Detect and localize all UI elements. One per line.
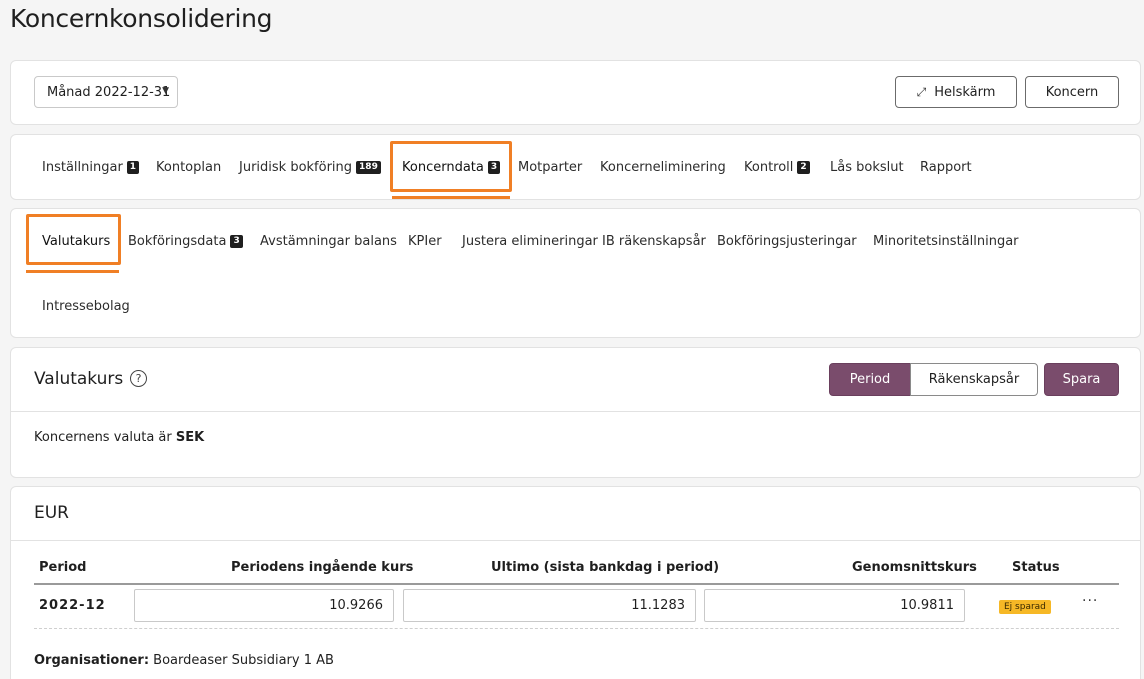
tab-label: Bokföringsjusteringar — [717, 233, 857, 249]
col-header-status: Status — [1012, 560, 1060, 575]
subtab-valutakurs[interactable]: Valutakurs — [42, 231, 110, 251]
tab-label: Bokföringsdata — [128, 233, 227, 249]
tab-badge: 1 — [126, 160, 140, 174]
tab-label: Kontroll — [744, 159, 794, 175]
tab-label: Koncerneliminering — [600, 159, 726, 175]
help-icon[interactable]: ? — [130, 370, 147, 387]
subtab-justera-elimineringar[interactable]: Justera elimineringar IB räkenskapsår — [462, 231, 706, 251]
sub-tabs-card: Valutakurs Bokföringsdata 3 Avstämningar… — [10, 208, 1141, 338]
more-icon[interactable]: ··· — [1082, 593, 1098, 609]
tab-label: Lås bokslut — [830, 159, 904, 175]
tab-installningar[interactable]: Inställningar 1 — [42, 157, 140, 177]
tab-label: Juridisk bokföring — [239, 159, 353, 175]
organisations-info: Organisationer: Boardeaser Subsidiary 1 … — [34, 653, 334, 668]
col-header-closing: Ultimo (sista bankdag i period) — [491, 560, 720, 575]
koncern-label: Koncern — [1045, 84, 1099, 100]
tab-label: Avstämningar balans — [260, 233, 397, 249]
tab-label: KPIer — [408, 233, 442, 249]
tab-badge: 3 — [230, 234, 243, 248]
eur-card: EUR Period Periodens ingående kurs Ultim… — [10, 486, 1141, 679]
cell-period: 2022-12 — [39, 598, 106, 613]
fullscreen-button[interactable]: ⤢ Helskärm — [895, 76, 1017, 108]
col-header-period: Period — [39, 560, 87, 575]
tab-label: Motparter — [518, 159, 583, 175]
toolbar-card: Månad 2022-12-31 ▼ ⤢ Helskärm Koncern — [10, 60, 1141, 125]
tab-label: Rapport — [920, 159, 972, 175]
row-divider — [34, 628, 1119, 629]
subtab-minoritetsinstallningar[interactable]: Minoritetsinställningar — [873, 231, 1019, 251]
koncern-button[interactable]: Koncern — [1025, 76, 1119, 108]
tab-juridisk-bokforing[interactable]: Juridisk bokföring 189 — [239, 157, 381, 177]
currency-info: Koncernens valuta är SEK — [34, 430, 204, 445]
valutakurs-card: Valutakurs ? Period Räkenskapsår Spara K… — [10, 347, 1141, 478]
tab-label: Kontoplan — [156, 159, 222, 175]
tab-badge: 2 — [797, 160, 810, 174]
currency-section-title: EUR — [34, 503, 69, 523]
closing-rate-input[interactable]: 11.1283 — [403, 589, 696, 622]
tab-label: Minoritetsinställningar — [873, 233, 1019, 249]
tab-label: Koncerndata — [402, 159, 484, 175]
col-header-average: Genomsnittskurs — [852, 560, 977, 575]
tab-motparter[interactable]: Motparter — [518, 157, 582, 177]
divider — [11, 540, 1140, 541]
status-badge: Ej sparad — [999, 600, 1051, 614]
subtab-intressebolag[interactable]: Intressebolag — [42, 296, 130, 316]
average-rate-input[interactable]: 10.9811 — [704, 589, 965, 622]
tab-las-bokslut[interactable]: Lås bokslut — [830, 157, 904, 177]
main-tabs-card: Inställningar 1 Kontoplan Juridisk bokfö… — [10, 134, 1141, 200]
tab-kontoplan[interactable]: Kontoplan — [156, 157, 221, 177]
tab-kontroll[interactable]: Kontroll 2 — [744, 157, 810, 177]
subtab-bokforingsjusteringar[interactable]: Bokföringsjusteringar — [717, 231, 857, 251]
opening-rate-input[interactable]: 10.9266 — [134, 589, 394, 622]
rakenskapsar-toggle[interactable]: Räkenskapsår — [910, 363, 1038, 396]
chevron-down-icon: ▼ — [162, 86, 169, 96]
subtab-bokforingsdata[interactable]: Bokföringsdata 3 — [128, 231, 243, 251]
tab-label: Inställningar — [42, 159, 123, 175]
col-header-opening: Periodens ingående kurs — [231, 560, 414, 575]
currency-info-prefix: Koncernens valuta är — [34, 430, 176, 445]
tab-label: Valutakurs — [42, 233, 111, 249]
tab-rapport[interactable]: Rapport — [920, 157, 972, 177]
page-title: Koncernkonsolidering — [10, 4, 273, 33]
help-glyph: ? — [135, 372, 142, 385]
org-label: Organisationer: — [34, 653, 150, 668]
tab-koncerndata[interactable]: Koncerndata 3 — [402, 157, 501, 177]
header-underline — [34, 583, 1119, 585]
subtab-avstamningar-balans[interactable]: Avstämningar balans — [260, 231, 397, 251]
org-value: Boardeaser Subsidiary 1 AB — [149, 653, 334, 668]
period-select-value: Månad 2022-12-31 — [47, 84, 171, 100]
tab-koncerneliminering[interactable]: Koncerneliminering — [600, 157, 726, 177]
section-title: Valutakurs — [34, 369, 124, 389]
period-toggle[interactable]: Period — [829, 363, 911, 396]
save-button[interactable]: Spara — [1044, 363, 1119, 396]
currency-code: SEK — [175, 430, 205, 445]
tab-label: Intressebolag — [42, 298, 130, 314]
divider — [11, 411, 1140, 412]
period-select[interactable]: Månad 2022-12-31 ▼ — [34, 76, 178, 108]
subtab-kpier[interactable]: KPIer — [408, 231, 442, 251]
active-subtab-underline — [26, 270, 119, 273]
tab-label: Justera elimineringar IB räkenskapsår — [462, 233, 706, 249]
fullscreen-label: Helskärm — [934, 84, 996, 100]
tab-badge: 189 — [356, 160, 381, 174]
tab-badge: 3 — [487, 160, 501, 174]
expand-icon: ⤢ — [916, 84, 927, 99]
active-tab-underline — [392, 196, 510, 199]
